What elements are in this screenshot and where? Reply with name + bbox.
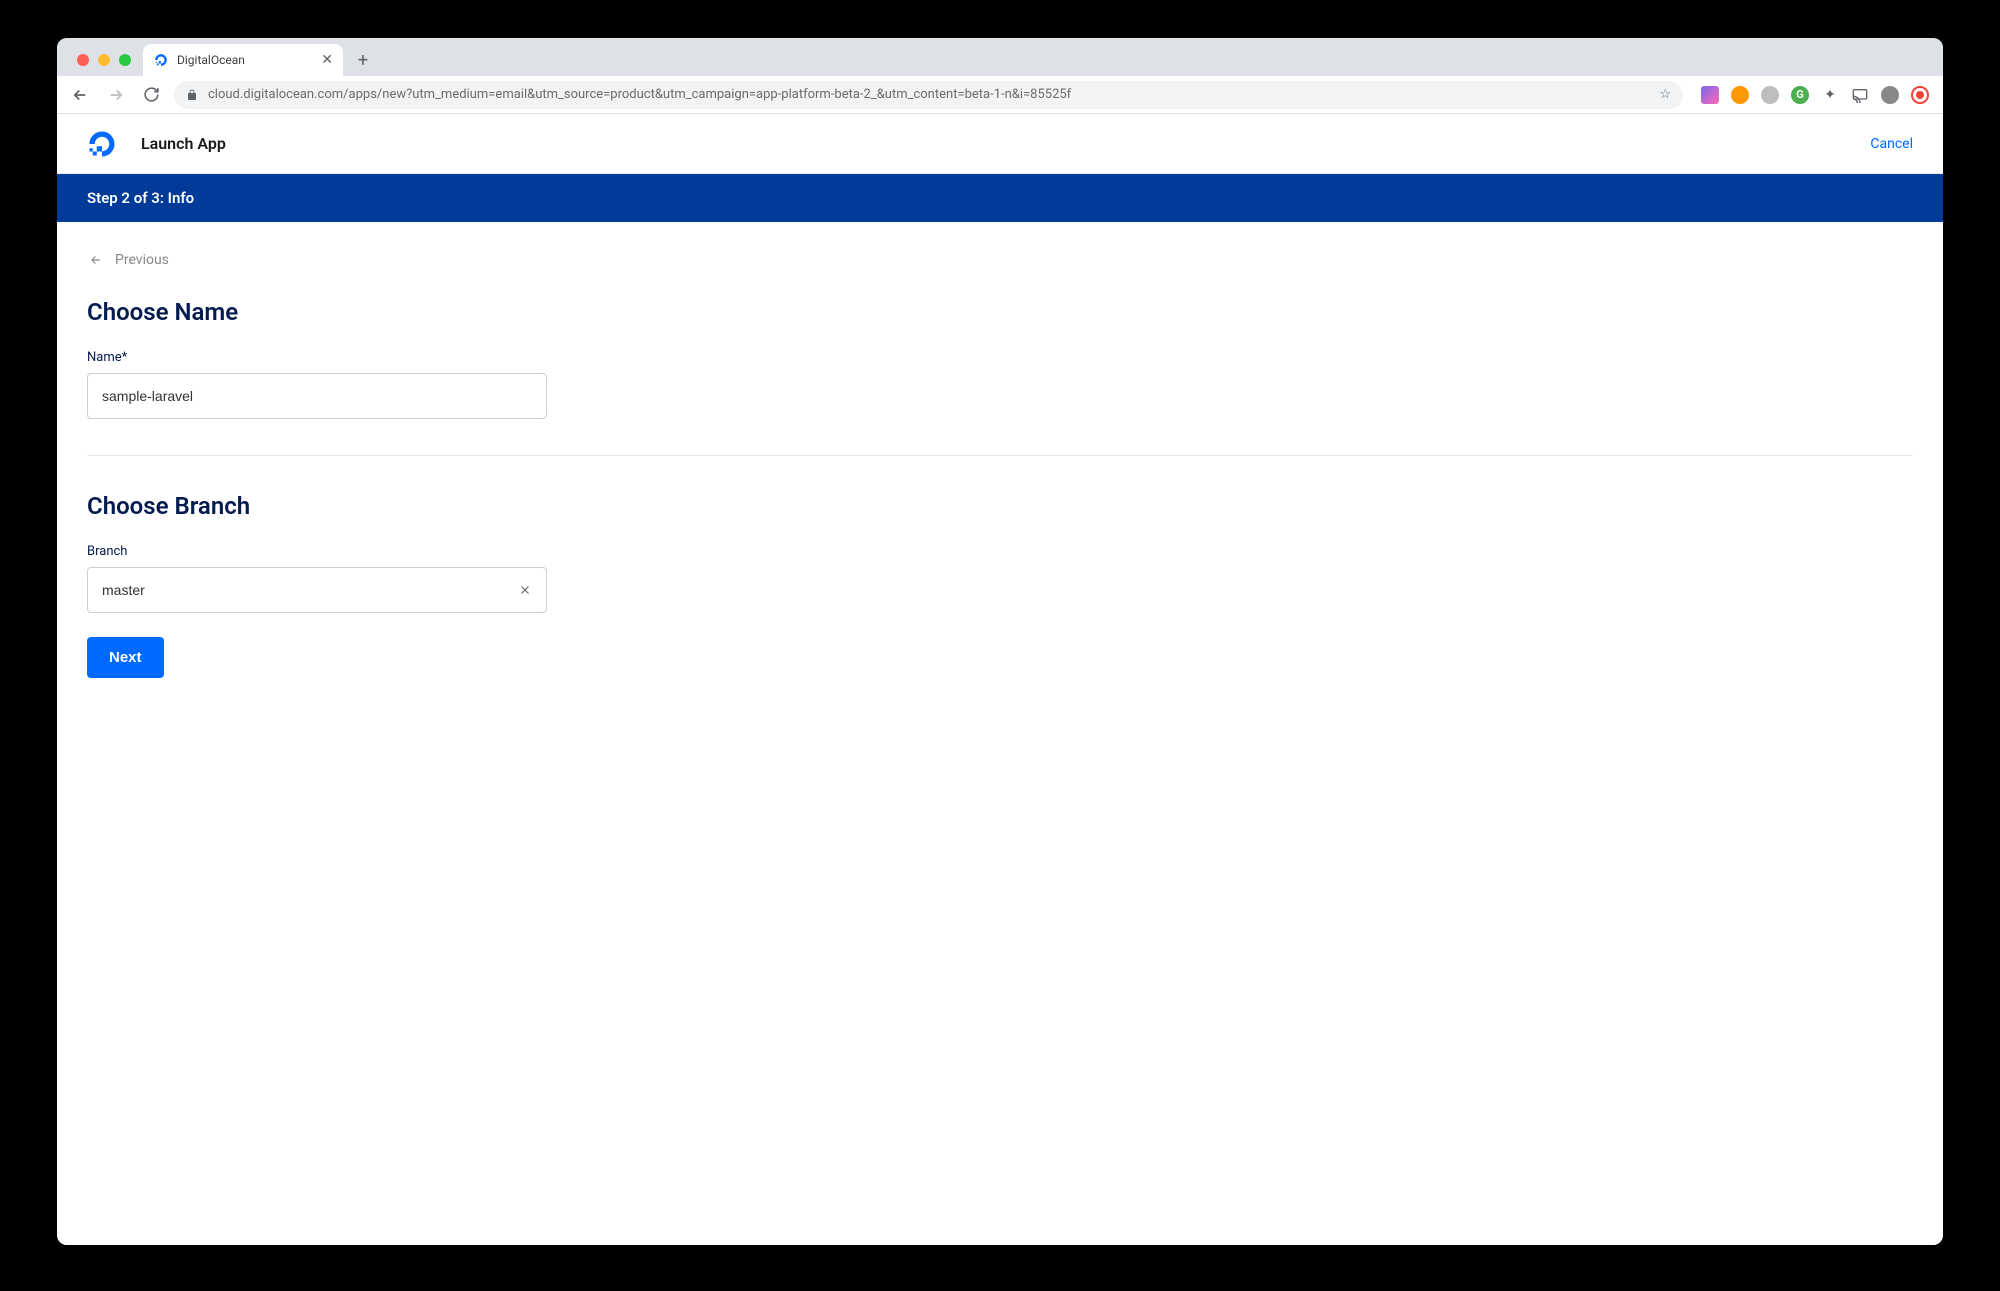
close-window-button[interactable]	[77, 54, 89, 66]
branch-field-label: Branch	[87, 544, 1913, 559]
branch-combobox[interactable]	[87, 567, 547, 613]
window-controls	[69, 54, 143, 76]
browser-window: DigitalOcean ✕ + cloud.digitalocean.com/…	[57, 38, 1943, 1245]
forward-button[interactable]	[107, 86, 125, 104]
branch-input[interactable]	[102, 582, 514, 598]
browser-tab-bar: DigitalOcean ✕ +	[57, 38, 1943, 76]
name-field-label: Name*	[87, 350, 1913, 365]
cast-icon[interactable]	[1851, 86, 1869, 104]
lock-icon	[186, 89, 198, 101]
choose-name-heading: Choose Name	[87, 298, 1913, 326]
new-tab-button[interactable]: +	[349, 46, 377, 74]
clear-branch-icon[interactable]	[514, 579, 536, 601]
extension-icon-3[interactable]	[1761, 86, 1779, 104]
minimize-window-button[interactable]	[98, 54, 110, 66]
profile-avatar-icon[interactable]	[1881, 86, 1899, 104]
extension-icons: G ✦	[1697, 86, 1929, 104]
browser-tab[interactable]: DigitalOcean ✕	[143, 44, 343, 76]
app-header: Launch App Cancel	[57, 114, 1943, 174]
browser-toolbar: cloud.digitalocean.com/apps/new?utm_medi…	[57, 76, 1943, 114]
bookmark-star-icon[interactable]: ☆	[1659, 87, 1671, 102]
extensions-menu-icon[interactable]: ✦	[1821, 86, 1839, 104]
cancel-link[interactable]: Cancel	[1870, 136, 1913, 152]
extension-icon-1[interactable]	[1701, 86, 1719, 104]
extension-icon-5[interactable]	[1911, 86, 1929, 104]
url-text: cloud.digitalocean.com/apps/new?utm_medi…	[208, 87, 1649, 102]
close-tab-icon[interactable]: ✕	[321, 52, 333, 68]
address-bar[interactable]: cloud.digitalocean.com/apps/new?utm_medi…	[174, 81, 1683, 109]
arrow-left-icon	[87, 253, 105, 267]
step-banner: Step 2 of 3: Info	[57, 174, 1943, 222]
digitalocean-logo-icon[interactable]	[87, 129, 117, 159]
section-divider	[87, 455, 1913, 456]
tab-title: DigitalOcean	[177, 53, 313, 67]
page-content: Launch App Cancel Step 2 of 3: Info Prev…	[57, 114, 1943, 1245]
maximize-window-button[interactable]	[119, 54, 131, 66]
extension-icon-4[interactable]: G	[1791, 86, 1809, 104]
previous-link[interactable]: Previous	[87, 252, 169, 268]
previous-label: Previous	[115, 252, 169, 268]
choose-branch-heading: Choose Branch	[87, 492, 1913, 520]
next-button[interactable]: Next	[87, 637, 164, 678]
reload-button[interactable]	[143, 86, 160, 103]
page-title: Launch App	[141, 134, 226, 153]
name-input[interactable]	[87, 373, 547, 419]
back-button[interactable]	[71, 86, 89, 104]
extension-icon-2[interactable]	[1731, 86, 1749, 104]
digitalocean-favicon	[153, 52, 169, 68]
